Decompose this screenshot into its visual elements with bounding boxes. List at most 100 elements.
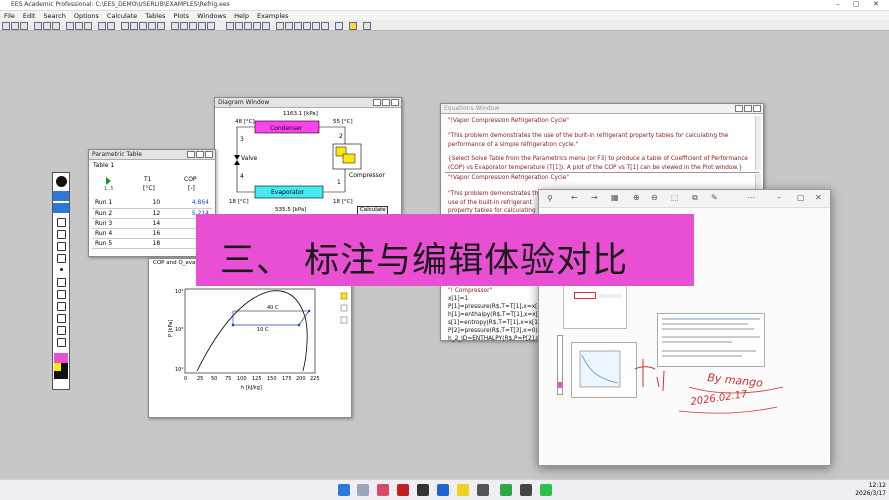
integral-table-icon[interactable] [189, 22, 197, 30]
info-icon[interactable] [363, 22, 371, 30]
report-icon[interactable] [276, 22, 284, 30]
stop-icon[interactable] [335, 22, 343, 30]
app-icon[interactable] [417, 484, 429, 496]
overlay-plot-icon[interactable] [244, 22, 252, 30]
maximize-button[interactable] [382, 99, 390, 106]
macro-icon[interactable] [294, 22, 302, 30]
cut-icon[interactable] [34, 22, 42, 30]
minimize-button[interactable]: – [836, 0, 840, 8]
eye-icon[interactable] [53, 191, 69, 201]
calculator-icon[interactable] [312, 22, 320, 30]
app-icon[interactable] [500, 484, 512, 496]
pointer-icon[interactable] [53, 203, 69, 213]
undo-icon[interactable] [57, 278, 66, 287]
minimize-button[interactable] [187, 151, 195, 158]
function-info-icon[interactable] [285, 22, 293, 30]
menu-edit[interactable]: Edit [19, 11, 40, 20]
edit-icon[interactable]: ✎ [711, 193, 718, 202]
tab-cop-qevap[interactable]: COP and Q_evap [153, 260, 199, 266]
close-button[interactable] [391, 99, 399, 106]
print-icon[interactable] [20, 22, 28, 30]
app-icon[interactable] [397, 484, 409, 496]
equations-window-titlebar[interactable]: Equations Window [441, 104, 763, 114]
pin-icon[interactable] [56, 176, 67, 187]
col-t1-head[interactable]: T1 [144, 176, 151, 183]
minimize-icon[interactable]: – [777, 193, 781, 202]
close-button[interactable] [205, 151, 213, 158]
whiteboard-icon[interactable] [57, 314, 66, 323]
app-icon[interactable] [377, 484, 389, 496]
plot-window-icon[interactable] [198, 22, 206, 30]
open-icon[interactable] [2, 22, 10, 30]
forward-icon[interactable]: → [591, 193, 598, 202]
diagram-window-titlebar[interactable]: Diagram Window [215, 98, 401, 108]
lookup-table-icon[interactable] [180, 22, 188, 30]
residuals-window-icon[interactable] [157, 22, 165, 30]
property-plot-icon[interactable] [226, 22, 234, 30]
solve-table-icon[interactable] [84, 22, 92, 30]
menu-file[interactable]: File [0, 11, 19, 20]
units-icon[interactable] [107, 22, 115, 30]
menu-search[interactable]: Search [39, 11, 69, 20]
grid-icon[interactable] [303, 22, 311, 30]
diagram-window-icon[interactable] [207, 22, 215, 30]
highlighter-icon[interactable] [57, 230, 66, 239]
cancel-icon[interactable] [321, 22, 329, 30]
menu-tables[interactable]: Tables [141, 11, 169, 20]
camera-icon[interactable] [57, 326, 66, 335]
color-swatch-pink[interactable] [54, 353, 68, 363]
zoom-out-icon[interactable]: ⊖ [651, 193, 658, 202]
app-icon[interactable] [457, 484, 469, 496]
pen-icon[interactable] [57, 218, 66, 227]
parametric-table-titlebar[interactable]: Parametric Table [89, 150, 215, 160]
line-icon[interactable] [57, 242, 66, 251]
back-icon[interactable]: ← [571, 193, 578, 202]
menu-options[interactable]: Options [70, 11, 103, 20]
clock-time[interactable]: 12:12 [846, 482, 886, 489]
solution-window-icon[interactable] [139, 22, 147, 30]
search-icon[interactable] [357, 484, 369, 496]
diagram-window[interactable]: Diagram Window 1163.1 [kPa] 48 [°C] 55 [… [214, 97, 402, 215]
equation-line[interactable]: "!Vapor Compression Refrigeration Cycle" [448, 117, 754, 126]
app-icon[interactable] [477, 484, 489, 496]
pin-icon[interactable]: ⚲ [547, 194, 553, 203]
menu-examples[interactable]: Examples [253, 11, 293, 20]
check-icon[interactable] [66, 22, 74, 30]
menu-calculate[interactable]: Calculate [103, 11, 141, 20]
app-icon[interactable] [437, 484, 449, 496]
equation-comment[interactable]: "This problem demonstrates the use of th… [448, 132, 754, 149]
zoom-in-icon[interactable]: ⊕ [633, 193, 640, 202]
maximize-button[interactable] [196, 151, 204, 158]
curve-fit-icon[interactable] [253, 22, 261, 30]
copy-icon[interactable] [43, 22, 51, 30]
equations-window-icon[interactable] [121, 22, 129, 30]
formatted-equations-icon[interactable] [130, 22, 138, 30]
maximize-icon[interactable]: ▢ [797, 193, 805, 202]
fit-icon[interactable]: ⬚ [671, 193, 679, 202]
new-plot-icon[interactable] [235, 22, 243, 30]
color-swatch-black[interactable] [61, 363, 68, 371]
color-swatch-yellow[interactable] [54, 363, 61, 371]
close-icon[interactable]: ✕ [815, 193, 822, 202]
menu-help[interactable]: Help [230, 11, 253, 20]
help-icon[interactable] [349, 22, 357, 30]
run-arrow-icon[interactable] [106, 177, 111, 185]
equation-line[interactable]: "!Vapor Compression Refrigeration Cycle" [448, 174, 754, 183]
close-button[interactable] [753, 105, 761, 112]
maximize-button[interactable] [744, 105, 752, 112]
crop-icon[interactable]: ⧉ [692, 193, 698, 203]
tile-icon[interactable] [262, 22, 270, 30]
menu-windows[interactable]: Windows [193, 11, 230, 20]
minimize-button[interactable] [735, 105, 743, 112]
variable-info-icon[interactable] [98, 22, 106, 30]
maximize-button[interactable]: ▢ [853, 0, 860, 8]
app-icon[interactable] [520, 484, 532, 496]
close-button[interactable]: ✕ [873, 0, 879, 8]
start-icon[interactable] [338, 484, 350, 496]
solve-icon[interactable] [75, 22, 83, 30]
paste-icon[interactable] [52, 22, 60, 30]
menu-plots[interactable]: Plots [169, 11, 193, 20]
equation-line[interactable]: h_2_ID=ENTHALPY(R$,P=P[2],s=s[1]) [448, 335, 542, 342]
tab-table-1[interactable]: Table 1 [93, 162, 114, 169]
clipboard-icon[interactable] [57, 338, 66, 347]
